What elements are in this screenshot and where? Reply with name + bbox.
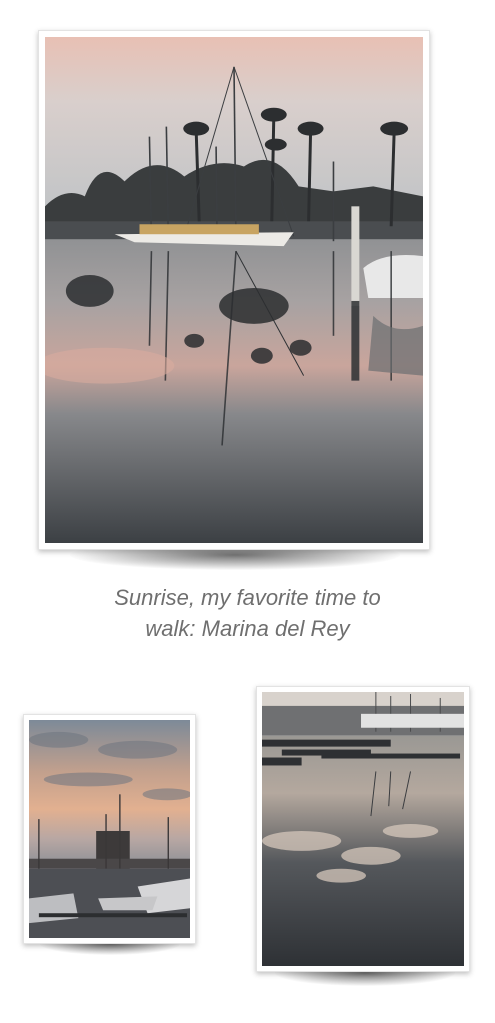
left-photo bbox=[29, 720, 190, 938]
left-photo-frame[interactable] bbox=[23, 714, 196, 944]
main-photo-frame[interactable] bbox=[38, 30, 430, 550]
caption-line-1: Sunrise, my favorite time to bbox=[114, 585, 381, 610]
main-photo bbox=[45, 37, 423, 543]
caption-line-2: walk: Marina del Rey bbox=[145, 616, 350, 641]
right-photo-frame[interactable] bbox=[256, 686, 470, 972]
right-photo bbox=[262, 692, 464, 966]
